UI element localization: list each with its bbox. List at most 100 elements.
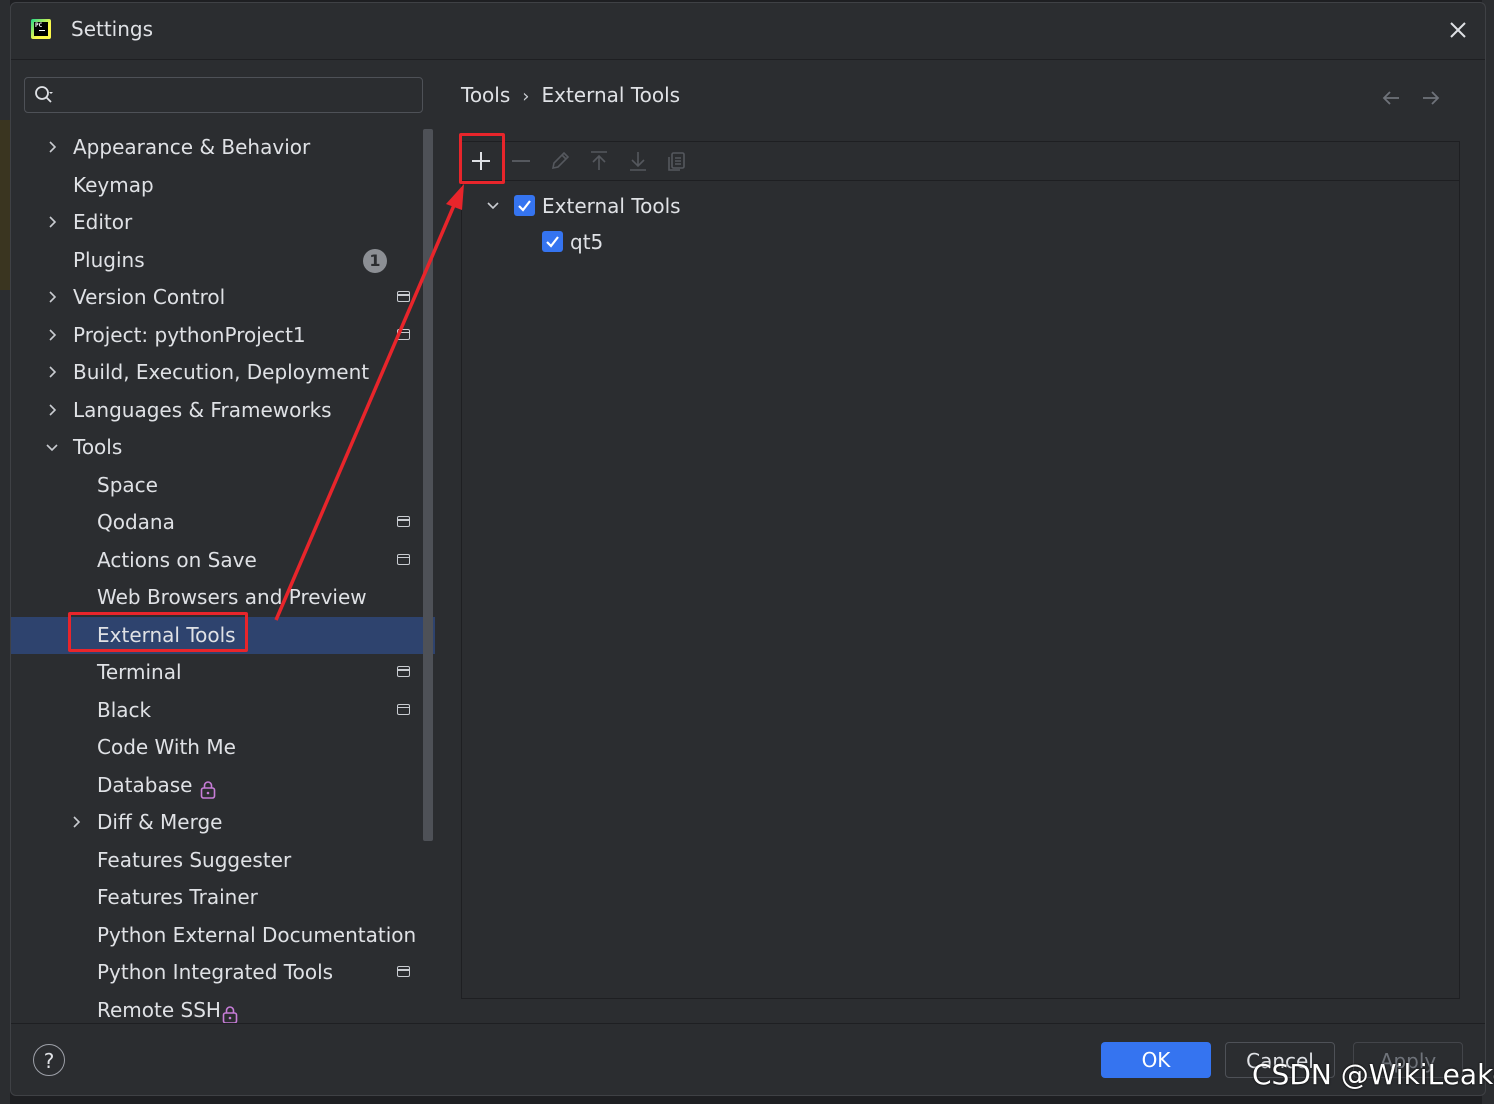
sidebar-item-tools[interactable]: Tools (11, 429, 435, 466)
chevron-right-icon[interactable] (45, 204, 59, 241)
project-level-icon (397, 291, 410, 302)
sidebar-item-code-with-me[interactable]: Code With Me (11, 729, 435, 766)
sidebar-item-space[interactable]: Space (11, 467, 435, 504)
sidebar-item-label: Languages & Frameworks (73, 397, 332, 422)
sidebar-item-label: Tools (73, 435, 123, 459)
sidebar-item-features-trainer[interactable]: Features Trainer (11, 879, 435, 916)
settings-tree: Appearance & Behavior Keymap Editor Plugins… (11, 127, 435, 1027)
sidebar-item-external-tools[interactable]: External Tools (11, 616, 435, 654)
breadcrumb-parent[interactable]: Tools (461, 83, 510, 107)
sidebar-item-editor[interactable]: Editor (11, 204, 435, 241)
sidebar-item-keymap[interactable]: Keymap (11, 167, 435, 204)
add-icon (472, 152, 490, 170)
ok-button[interactable]: OK (1101, 1042, 1211, 1078)
close-icon (1450, 22, 1466, 38)
sidebar-item-database[interactable]: Database (11, 767, 435, 804)
window-title: Settings (71, 17, 154, 41)
sidebar-item-label: Qodana (97, 510, 175, 534)
sidebar-item-languages-frameworks[interactable]: Languages & Frameworks (11, 392, 435, 429)
move-down-icon (630, 152, 646, 171)
breadcrumb: Tools › External Tools (461, 83, 680, 107)
external-tools-panel: External Tools qt5 (461, 141, 1460, 999)
move-down-button[interactable] (625, 148, 651, 174)
arrow-right-icon (1423, 91, 1440, 105)
sidebar-item-actions-on-save[interactable]: Actions on Save (11, 542, 435, 579)
sidebar-item-label: Build, Execution, Deployment (73, 360, 370, 384)
project-level-icon (397, 666, 410, 677)
sidebar-item-appearance-behavior[interactable]: Appearance & Behavior (11, 129, 435, 166)
breadcrumb-separator: › (522, 86, 530, 107)
close-button[interactable] (1445, 17, 1471, 43)
move-up-button[interactable] (586, 148, 612, 174)
chevron-down-icon[interactable] (484, 190, 502, 231)
sidebar-item-label: Black (97, 697, 152, 722)
sidebar-item-label: Features Suggester (97, 847, 292, 872)
background-window-strip (0, 120, 10, 290)
sidebar-item-qodana[interactable]: Qodana (11, 504, 435, 541)
remove-icon (512, 160, 530, 162)
tools-group-checkbox[interactable] (514, 195, 535, 216)
sidebar-item-black[interactable]: Black (11, 692, 435, 729)
sidebar-item-project-pythonproject1[interactable]: Project: pythonProject1 (11, 317, 435, 354)
project-level-icon (397, 516, 410, 527)
tool-checkbox-qt5[interactable] (542, 231, 563, 252)
title-bar: PC Settings (11, 3, 1485, 60)
lock-icon (199, 775, 217, 799)
edit-button[interactable] (547, 148, 573, 174)
search-input[interactable] (63, 82, 417, 108)
sidebar-item-plugins[interactable]: Plugins 1 (11, 242, 435, 279)
project-level-icon (397, 966, 410, 977)
sidebar-item-build-execution-deployment[interactable]: Build, Execution, Deployment (11, 354, 435, 391)
sidebar-item-label: Database (97, 772, 193, 797)
sidebar-item-python-external-documentation[interactable]: Python External Documentation (11, 917, 435, 954)
project-level-icon (397, 328, 410, 340)
breadcrumb-current: External Tools (541, 83, 681, 107)
chevron-right-icon[interactable] (69, 804, 83, 841)
sidebar-item-label: Actions on Save (97, 547, 257, 572)
chevron-right-icon[interactable] (45, 279, 59, 316)
sidebar-scrollbar[interactable] (423, 129, 433, 841)
help-icon: ? (43, 1049, 55, 1073)
remove-button[interactable] (508, 148, 534, 174)
sidebar-item-features-suggester[interactable]: Features Suggester (11, 842, 435, 879)
help-button[interactable]: ? (33, 1044, 65, 1076)
tools-group-label: External Tools (542, 194, 681, 218)
tools-toolbar (462, 142, 1459, 181)
back-button[interactable] (1379, 87, 1403, 111)
watermark: CSDN @WikiLeake (1252, 1058, 1494, 1091)
chevron-down-icon[interactable] (45, 429, 59, 466)
checkmark-icon (546, 236, 559, 248)
sidebar-item-label: Terminal (97, 660, 182, 684)
chevron-right-icon[interactable] (45, 354, 59, 391)
sidebar-item-python-integrated-tools[interactable]: Python Integrated Tools (11, 954, 435, 991)
sidebar-item-label: Space (97, 472, 158, 497)
sidebar-item-label: Diff & Merge (97, 810, 223, 834)
copy-button[interactable] (664, 148, 690, 174)
chevron-right-icon[interactable] (45, 129, 59, 166)
forward-button[interactable] (1419, 87, 1443, 111)
sidebar-item-diff-merge[interactable]: Diff & Merge (11, 804, 435, 841)
sidebar-item-label: Appearance & Behavior (73, 135, 311, 159)
lock-icon (221, 1000, 239, 1024)
sidebar-item-version-control[interactable]: Version Control (11, 279, 435, 316)
project-level-icon (397, 703, 410, 715)
settings-search-box[interactable] (24, 77, 423, 113)
move-up-icon (591, 151, 607, 170)
add-button[interactable] (468, 148, 494, 174)
sidebar-item-label: Python Integrated Tools (97, 960, 334, 984)
edit-icon (551, 151, 570, 170)
sidebar-item-web-browsers-and-preview[interactable]: Web Browsers and Preview (11, 579, 435, 616)
chevron-right-icon[interactable] (45, 317, 59, 354)
sidebar-item-label: Editor (73, 210, 133, 234)
tool-label-qt5: qt5 (570, 230, 604, 254)
sidebar-item-terminal[interactable]: Terminal (11, 654, 435, 691)
settings-dialog: PC Settings Appearance & Behavior Keymap E… (10, 2, 1486, 1096)
sidebar-item-label: Keymap (73, 172, 154, 197)
sidebar-item-label: Code With Me (97, 735, 236, 759)
sidebar-item-label: Features Trainer (97, 885, 258, 909)
arrow-left-icon (1382, 91, 1399, 105)
copy-icon (668, 152, 685, 171)
chevron-right-icon[interactable] (45, 392, 59, 429)
search-icon (35, 86, 53, 103)
sidebar-item-label: Project: pythonProject1 (73, 322, 306, 347)
